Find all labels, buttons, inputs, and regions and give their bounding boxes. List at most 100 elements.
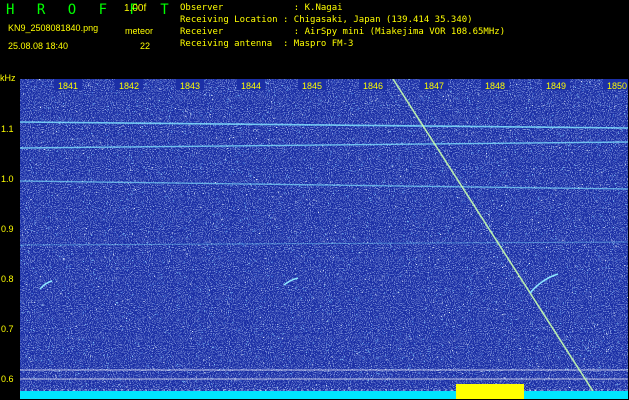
noise-speckle	[320, 332, 322, 334]
noise-speckle	[535, 254, 537, 256]
noise-speckle	[175, 213, 177, 215]
noise-speckle	[300, 298, 302, 300]
noise-speckle	[579, 132, 581, 134]
noise-speckle	[491, 162, 493, 164]
noise-speckle	[198, 245, 200, 247]
noise-speckle	[579, 286, 581, 288]
noise-speckle	[434, 265, 436, 267]
noise-speckle	[569, 336, 571, 338]
noise-speckle	[529, 87, 531, 89]
noise-speckle	[256, 244, 258, 246]
noise-speckle	[103, 291, 105, 293]
noise-speckle	[414, 215, 416, 216]
noise-speckle	[626, 182, 628, 184]
noise-speckle	[101, 280, 103, 282]
noise-speckle	[122, 233, 124, 235]
noise-speckle	[582, 83, 584, 85]
noise-speckle	[564, 212, 566, 214]
noise-speckle	[503, 274, 505, 276]
noise-speckle	[208, 343, 209, 345]
noise-speckle	[549, 120, 551, 122]
noise-speckle	[576, 265, 578, 267]
noise-speckle	[448, 95, 450, 97]
noise-speckle	[470, 279, 472, 280]
noise-speckle	[359, 168, 361, 170]
noise-speckle	[542, 168, 544, 170]
noise-speckle	[560, 323, 562, 324]
noise-speckle	[278, 191, 280, 193]
noise-speckle	[215, 385, 216, 387]
noise-speckle	[508, 137, 510, 139]
noise-speckle	[598, 93, 600, 95]
noise-speckle	[25, 329, 27, 331]
noise-speckle	[276, 226, 278, 228]
noise-speckle	[82, 211, 84, 212]
noise-speckle	[301, 327, 303, 329]
noise-speckle	[401, 182, 402, 184]
noise-speckle	[260, 306, 262, 308]
noise-speckle	[493, 245, 495, 247]
noise-speckle	[540, 100, 542, 102]
noise-speckle	[346, 105, 348, 107]
noise-speckle	[616, 260, 618, 262]
noise-speckle	[439, 286, 441, 288]
noise-speckle	[474, 197, 476, 199]
noise-speckle	[268, 130, 270, 131]
noise-speckle	[51, 337, 53, 339]
noise-speckle	[584, 354, 586, 356]
noise-speckle	[438, 213, 440, 215]
noise-speckle	[189, 283, 191, 285]
noise-speckle	[313, 156, 315, 158]
noise-speckle	[621, 308, 623, 310]
noise-speckle	[158, 228, 160, 230]
noise-speckle	[146, 132, 148, 134]
noise-speckle	[511, 217, 513, 219]
noise-speckle	[537, 372, 539, 374]
noise-speckle	[234, 379, 236, 381]
noise-speckle	[597, 355, 599, 357]
noise-speckle	[408, 79, 410, 80]
noise-speckle	[163, 361, 165, 363]
noise-speckle	[163, 296, 164, 297]
noise-speckle	[230, 292, 232, 294]
noise-speckle	[44, 327, 46, 329]
noise-speckle	[233, 171, 235, 173]
yellow-block	[456, 384, 524, 399]
noise-speckle	[313, 297, 315, 299]
noise-speckle	[405, 248, 407, 250]
noise-speckle	[98, 277, 100, 279]
noise-speckle	[462, 201, 464, 203]
noise-speckle	[60, 292, 62, 294]
noise-speckle	[222, 204, 224, 205]
noise-speckle	[82, 261, 84, 262]
noise-speckle	[47, 353, 49, 354]
noise-speckle	[472, 152, 474, 154]
noise-speckle	[551, 122, 552, 124]
noise-speckle	[221, 265, 223, 267]
noise-speckle	[535, 167, 537, 169]
noise-speckle	[611, 347, 612, 348]
noise-speckle	[375, 183, 377, 185]
noise-speckle	[330, 311, 332, 313]
noise-speckle	[277, 324, 279, 326]
noise-speckle	[170, 250, 171, 252]
noise-speckle	[458, 133, 460, 135]
noise-speckle	[44, 85, 46, 87]
noise-speckle	[33, 157, 35, 159]
noise-speckle	[104, 235, 106, 236]
noise-speckle	[334, 225, 336, 227]
noise-speckle	[500, 256, 502, 258]
noise-speckle	[337, 159, 339, 161]
noise-speckle	[230, 185, 232, 187]
noise-speckle	[123, 385, 125, 387]
noise-speckle	[291, 309, 292, 311]
noise-speckle	[87, 84, 89, 86]
noise-speckle	[170, 221, 172, 223]
noise-speckle	[582, 87, 584, 89]
noise-speckle	[558, 147, 560, 149]
noise-speckle	[139, 379, 141, 381]
noise-speckle	[533, 168, 535, 170]
x-tick-label: 1849	[546, 81, 566, 91]
noise-speckle	[448, 341, 450, 343]
noise-speckle	[292, 113, 294, 115]
